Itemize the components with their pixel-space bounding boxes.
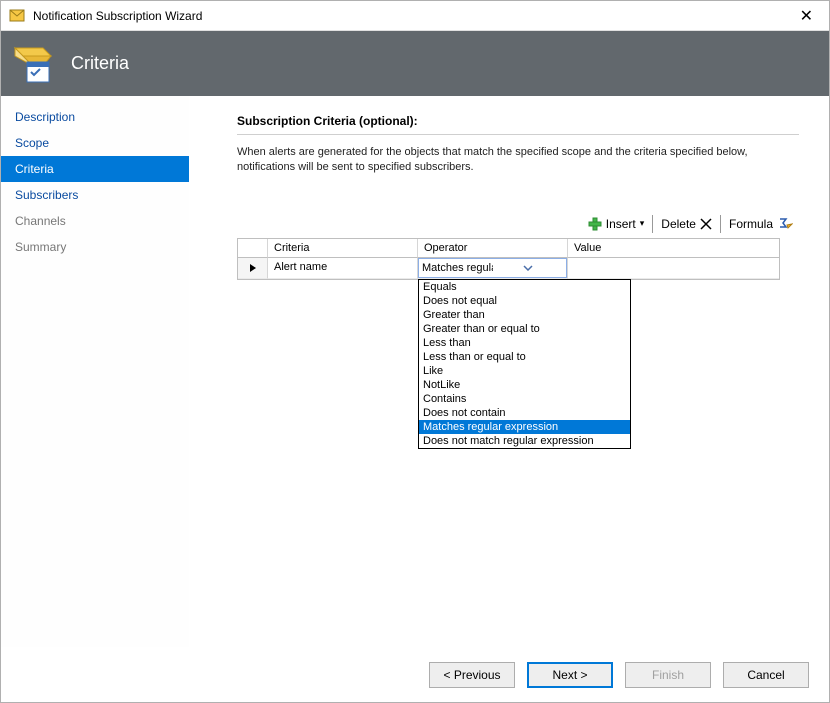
- main-panel: Subscription Criteria (optional): When a…: [189, 96, 829, 647]
- criteria-cell[interactable]: Alert name: [268, 258, 418, 279]
- table-header: Criteria Operator Value: [238, 239, 779, 258]
- header-criteria: Criteria: [268, 239, 418, 258]
- close-button[interactable]: ✕: [792, 6, 821, 26]
- delete-button[interactable]: Delete: [655, 215, 718, 233]
- operator-option[interactable]: Less than or equal to: [419, 350, 630, 364]
- chevron-down-icon: [493, 265, 564, 271]
- previous-button[interactable]: < Previous: [429, 662, 515, 688]
- formula-label: Formula: [729, 217, 773, 231]
- sidebar-item-criteria[interactable]: Criteria: [1, 156, 189, 182]
- operator-dropdown-list[interactable]: EqualsDoes not equalGreater thanGreater …: [418, 279, 631, 449]
- banner-icon: [13, 42, 57, 86]
- plus-icon: [588, 217, 602, 231]
- sidebar-item-channels[interactable]: Channels: [1, 208, 189, 234]
- header-rowselector: [238, 239, 268, 258]
- sidebar-item-summary[interactable]: Summary: [1, 234, 189, 260]
- sidebar: Description Scope Criteria Subscribers C…: [1, 96, 189, 647]
- operator-combobox[interactable]: Matches regular expression: [418, 258, 567, 278]
- operator-selected-text: Matches regular expression: [422, 262, 493, 274]
- banner-title: Criteria: [71, 53, 129, 74]
- operator-option[interactable]: Matches regular expression: [419, 420, 630, 434]
- criteria-area: Insert ▾ Delete Formula: [237, 214, 799, 280]
- value-cell[interactable]: [568, 258, 779, 279]
- section-description: When alerts are generated for the object…: [237, 145, 767, 176]
- finish-button: Finish: [625, 662, 711, 688]
- operator-option[interactable]: NotLike: [419, 378, 630, 392]
- sidebar-item-scope[interactable]: Scope: [1, 130, 189, 156]
- operator-option[interactable]: Greater than: [419, 308, 630, 322]
- table-body: Alert name Matches regular expression Eq…: [238, 258, 779, 279]
- operator-cell[interactable]: Matches regular expression EqualsDoes no…: [418, 258, 568, 279]
- toolbar-separator: [652, 215, 653, 233]
- insert-button[interactable]: Insert ▾: [582, 215, 651, 233]
- window-title: Notification Subscription Wizard: [33, 9, 202, 23]
- criteria-toolbar: Insert ▾ Delete Formula: [237, 214, 799, 234]
- toolbar-separator: [720, 215, 721, 233]
- wizard-window: Notification Subscription Wizard ✕ Crite…: [0, 0, 830, 703]
- operator-option[interactable]: Does not match regular expression: [419, 434, 630, 448]
- delete-x-icon: [700, 218, 712, 230]
- operator-option[interactable]: Less than: [419, 336, 630, 350]
- titlebar: Notification Subscription Wizard ✕: [1, 1, 829, 31]
- app-icon: [9, 8, 25, 24]
- footer: < Previous Next > Finish Cancel: [1, 647, 829, 702]
- next-button[interactable]: Next >: [527, 662, 613, 688]
- insert-label: Insert: [606, 217, 636, 231]
- row-selector[interactable]: [238, 258, 268, 279]
- operator-option[interactable]: Equals: [419, 280, 630, 294]
- sidebar-item-description[interactable]: Description: [1, 104, 189, 130]
- table-row: Alert name Matches regular expression Eq…: [238, 258, 779, 279]
- operator-option[interactable]: Does not contain: [419, 406, 630, 420]
- header-value: Value: [568, 239, 779, 258]
- cancel-button[interactable]: Cancel: [723, 662, 809, 688]
- current-row-arrow-icon: [249, 263, 257, 273]
- banner: Criteria: [1, 31, 829, 96]
- criteria-table: Criteria Operator Value Alert name: [237, 238, 780, 280]
- operator-option[interactable]: Greater than or equal to: [419, 322, 630, 336]
- sidebar-item-subscribers[interactable]: Subscribers: [1, 182, 189, 208]
- formula-button[interactable]: Formula: [723, 214, 799, 234]
- section-title: Subscription Criteria (optional):: [237, 114, 799, 135]
- operator-option[interactable]: Does not equal: [419, 294, 630, 308]
- header-operator: Operator: [418, 239, 568, 258]
- formula-icon: [777, 216, 793, 232]
- content-area: Description Scope Criteria Subscribers C…: [1, 96, 829, 647]
- delete-label: Delete: [661, 217, 696, 231]
- insert-dropdown-arrow: ▾: [640, 218, 645, 229]
- operator-option[interactable]: Like: [419, 364, 630, 378]
- operator-option[interactable]: Contains: [419, 392, 630, 406]
